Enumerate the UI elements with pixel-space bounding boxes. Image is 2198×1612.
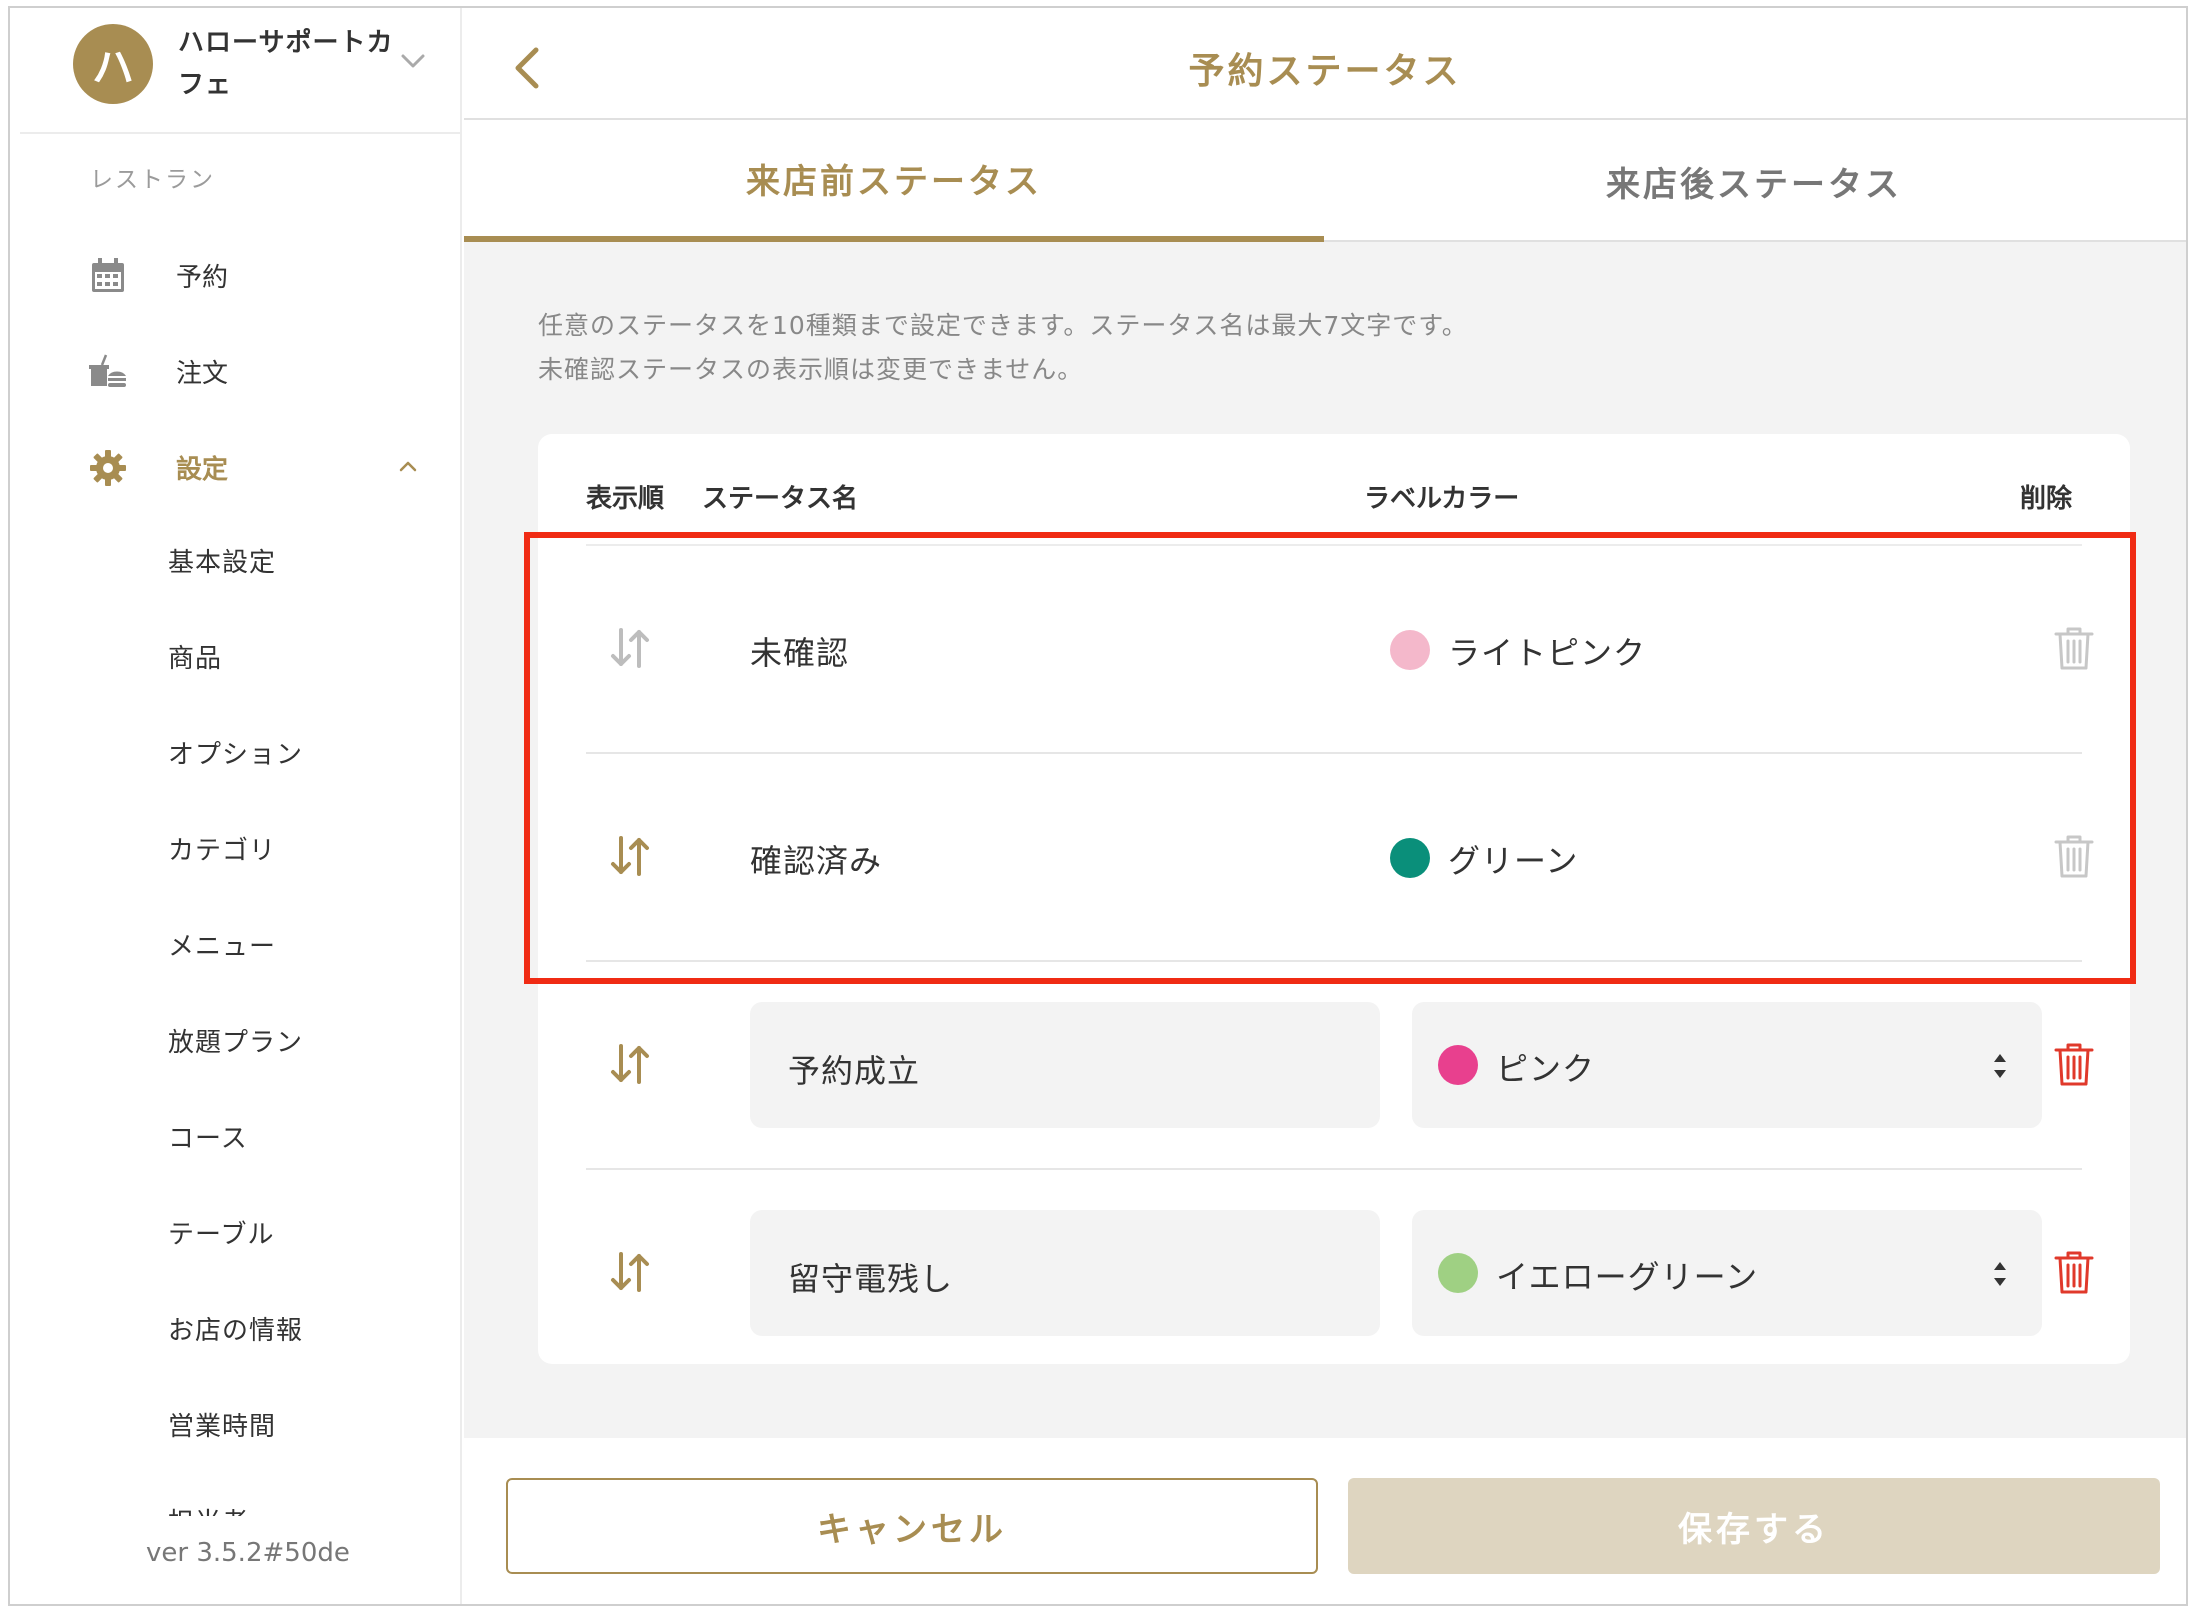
sort-handle-icon[interactable] bbox=[606, 1040, 654, 1088]
status-name-value: 留守電残し bbox=[788, 1260, 954, 1298]
color-swatch bbox=[1438, 1045, 1478, 1085]
sidebar-subitem-menu[interactable]: メニュー bbox=[168, 926, 276, 963]
app-window: ハ ハローサポートカフェ レストラン 予約 注文 設定 基本設定 商品 オプショ… bbox=[8, 6, 2188, 1606]
description-line: 未確認ステータスの表示順は変更できません。 bbox=[538, 355, 1084, 384]
table-row: 留守電残し イエローグリーン bbox=[586, 1170, 2094, 1378]
sidebar-subitem-courses[interactable]: コース bbox=[168, 1118, 248, 1155]
status-name-input[interactable]: 予約成立 bbox=[750, 1002, 1380, 1128]
sidebar-item-reservations[interactable]: 予約 bbox=[10, 240, 462, 310]
shop-name: ハローサポートカフェ bbox=[178, 28, 394, 100]
color-swatch bbox=[1438, 1253, 1478, 1293]
column-header-color: ラベルカラー bbox=[1364, 484, 1520, 514]
shop-switcher[interactable]: ハ ハローサポートカフェ bbox=[20, 8, 460, 134]
shop-avatar: ハ bbox=[73, 24, 153, 104]
sidebar-subitem-staff[interactable]: 担当者 bbox=[168, 1502, 249, 1516]
app-version: ver 3.5.2#50de bbox=[146, 1538, 350, 1568]
chevron-down-icon[interactable] bbox=[398, 46, 428, 76]
sort-handle-icon bbox=[611, 628, 649, 668]
label-color-select[interactable]: ピンク bbox=[1412, 1002, 2042, 1128]
trash-icon bbox=[2054, 627, 2094, 670]
order-icon bbox=[89, 354, 126, 387]
description: 任意のステータスを10種類まで設定できます。ステータス名は最大7文字です。 未確… bbox=[538, 304, 1468, 392]
sort-handle-icon[interactable] bbox=[606, 1248, 654, 1296]
status-name-value: 予約成立 bbox=[788, 1052, 921, 1090]
sidebar-subitem-shop-info[interactable]: お店の情報 bbox=[168, 1310, 303, 1347]
color-name: グリーン bbox=[1448, 842, 1579, 880]
page-title: 予約ステータス bbox=[1188, 51, 1462, 92]
column-header-name: ステータス名 bbox=[702, 484, 859, 514]
sidebar: ハ ハローサポートカフェ レストラン 予約 注文 設定 基本設定 商品 オプショ… bbox=[10, 8, 462, 1604]
status-name: 未確認 bbox=[750, 634, 850, 672]
cancel-button[interactable]: キャンセル bbox=[506, 1478, 1318, 1574]
status-name: 確認済み bbox=[750, 842, 883, 880]
table-row: 確認済み グリーン bbox=[586, 754, 2094, 962]
table-row: 予約成立 ピンク bbox=[586, 962, 2094, 1170]
header-bar: 予約ステータス bbox=[464, 8, 2186, 120]
label-color-select[interactable]: イエローグリーン bbox=[1412, 1210, 2042, 1336]
sidebar-item-label: 予約 bbox=[176, 262, 229, 293]
save-button[interactable]: 保存する bbox=[1348, 1478, 2160, 1574]
sidebar-item-label: 設定 bbox=[176, 454, 229, 485]
column-header-delete: 削除 bbox=[2020, 484, 2073, 514]
status-name-input[interactable]: 留守電残し bbox=[750, 1210, 1380, 1336]
sidebar-subitem-categories[interactable]: カテゴリ bbox=[168, 830, 276, 867]
sidebar-item-settings[interactable]: 設定 bbox=[10, 432, 462, 502]
trash-icon[interactable] bbox=[2052, 1248, 2096, 1296]
sidebar-item-orders[interactable]: 注文 bbox=[10, 336, 462, 406]
sort-handle-icon[interactable] bbox=[606, 832, 654, 880]
description-line: 任意のステータスを10種類まで設定できます。ステータス名は最大7文字です。 bbox=[538, 311, 1468, 340]
color-swatch bbox=[1390, 630, 1430, 670]
trash-icon[interactable] bbox=[2052, 1040, 2096, 1088]
tab-after-visit[interactable]: 来店後ステータス bbox=[1324, 120, 2184, 242]
tab-before-visit[interactable]: 来店前ステータス bbox=[464, 120, 1324, 242]
color-name: ライトピンク bbox=[1448, 634, 1647, 672]
sidebar-subitem-business-hours[interactable]: 営業時間 bbox=[168, 1406, 276, 1443]
main-content: 予約ステータス 来店前ステータス 来店後ステータス 任意のステータスを10種類ま… bbox=[464, 8, 2186, 1604]
sidebar-subitem-tables[interactable]: テーブル bbox=[168, 1214, 274, 1251]
gear-icon bbox=[90, 450, 126, 486]
sidebar-subitem-all-you-can-plans[interactable]: 放題プラン bbox=[168, 1022, 303, 1059]
color-swatch bbox=[1390, 838, 1430, 878]
table-row: 未確認 ライトピンク bbox=[586, 546, 2094, 754]
footer-actions: キャンセル 保存する bbox=[464, 1438, 2186, 1604]
sidebar-subitem-options[interactable]: オプション bbox=[168, 734, 303, 771]
sidebar-subitem-products[interactable]: 商品 bbox=[168, 638, 222, 675]
select-arrows-icon bbox=[1994, 1054, 2006, 1078]
status-tabs: 来店前ステータス 来店後ステータス bbox=[464, 120, 2186, 242]
status-table: 表示順 ステータス名 ラベルカラー 削除 未確認 ライトピンク 確認済み グリー… bbox=[538, 434, 2130, 1364]
section-label: レストラン bbox=[90, 167, 215, 193]
color-name: ピンク bbox=[1496, 1050, 1596, 1088]
sidebar-item-label: 注文 bbox=[176, 358, 229, 389]
color-name: イエローグリーン bbox=[1496, 1258, 1759, 1296]
sidebar-subitem-basic-settings[interactable]: 基本設定 bbox=[168, 542, 276, 579]
chevron-up-icon[interactable] bbox=[395, 454, 421, 480]
column-header-order: 表示順 bbox=[586, 484, 665, 514]
trash-icon bbox=[2054, 835, 2094, 878]
calendar-icon bbox=[92, 258, 124, 292]
select-arrows-icon bbox=[1994, 1262, 2006, 1286]
